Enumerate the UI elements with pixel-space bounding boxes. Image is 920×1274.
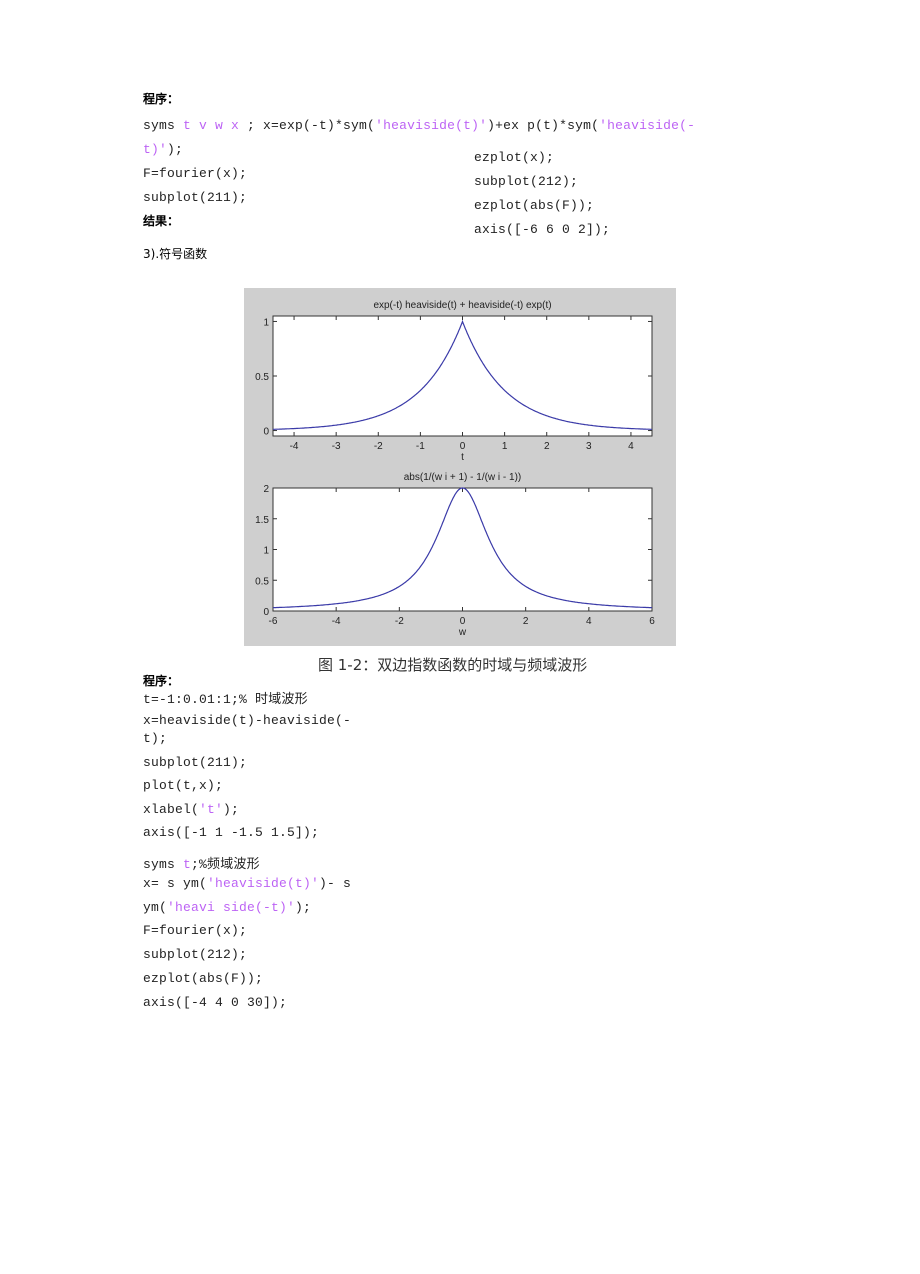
y-tick-label: 0.5	[255, 576, 269, 587]
y-tick-label: 1	[263, 317, 269, 328]
code2-line: axis([-4 4 0 30]);	[143, 995, 287, 1010]
x-tick-label: -4	[332, 616, 341, 627]
code-string: t v w x	[183, 118, 240, 133]
code-text: subplot(211);	[143, 190, 248, 205]
code-text: F=fourier(x);	[143, 923, 248, 938]
code-text: x= s ym(	[143, 876, 208, 891]
code1-line: F=fourier(x);	[143, 166, 247, 181]
code1-right-line: ezplot(abs(F));	[474, 198, 594, 213]
plot-area-1	[272, 315, 653, 437]
code-text: )- s	[319, 876, 352, 891]
x-tick-label: 0	[460, 441, 466, 452]
code-text: F=fourier(x);	[143, 166, 248, 181]
code2-line: subplot(211);	[143, 755, 247, 770]
code-string: 'heaviside(t)'	[207, 876, 320, 891]
code-text: ezplot(abs(F));	[474, 198, 595, 213]
code-text: plot(t,x);	[143, 778, 224, 793]
x-tick-label: -3	[332, 441, 341, 452]
y-tick-label: 0	[263, 427, 269, 438]
x-axis-label-1: t	[461, 452, 464, 463]
code2-line: t);	[143, 731, 167, 746]
x-tick-label: -2	[374, 441, 383, 452]
program-label-1: 程序：	[143, 92, 180, 106]
code-text: );	[223, 802, 240, 817]
code2-line: plot(t,x);	[143, 778, 223, 793]
x-tick-label: 4	[628, 441, 634, 452]
code-text: xlabel(	[143, 802, 200, 817]
x-tick-label: 4	[586, 616, 592, 627]
code1-line: subplot(211);	[143, 190, 247, 205]
code2-line: xlabel('t');	[143, 802, 239, 817]
code-text: x=heaviside(t)-heaviside(-	[143, 713, 352, 728]
y-tick-label: 2	[263, 484, 269, 495]
y-tick-label: 0.5	[255, 372, 269, 383]
code1-right-line: axis([-6 6 0 2]);	[474, 222, 610, 237]
code2-line: syms t;%频域波形	[143, 853, 260, 872]
chart-title-1: exp(-t) heaviside(t) + heaviside(-t) exp…	[373, 300, 551, 311]
y-tick-label: 0	[263, 607, 269, 618]
code-text: );	[295, 900, 312, 915]
plot-area-2	[272, 487, 653, 612]
code-text: axis([-1 1 -1.5 1.5]);	[143, 825, 320, 840]
program-label-2: 程序：	[143, 674, 180, 688]
code-string: t	[183, 857, 192, 872]
code-text: ezplot(abs(F));	[143, 971, 264, 986]
code-text: ;%频域波形	[191, 857, 260, 872]
y-tick-label: 1.5	[255, 515, 269, 526]
code2-line: x= s ym('heaviside(t)')- s	[143, 876, 351, 891]
figure-svg: exp(-t) heaviside(t) + heaviside(-t) exp…	[255, 300, 655, 638]
code-text: t=-1:0.01:1;% 时域波形	[143, 692, 308, 707]
code1-right-line: subplot(212);	[474, 174, 578, 189]
code-text: subplot(212);	[143, 947, 248, 962]
code-text: syms	[143, 118, 184, 133]
x-tick-label: 3	[586, 441, 592, 452]
result-label: 结果：	[143, 214, 180, 228]
code-text: );	[167, 142, 184, 157]
code2-line: x=heaviside(t)-heaviside(-	[143, 713, 351, 728]
y-tick-label: 1	[263, 546, 269, 557]
code2-line: t=-1:0.01:1;% 时域波形	[143, 688, 308, 707]
x-axis-label-2: w	[458, 627, 467, 638]
code-text: ezplot(x);	[474, 150, 555, 165]
x-tick-label: -1	[416, 441, 425, 452]
code2-line: ezplot(abs(F));	[143, 971, 263, 986]
code2-line: F=fourier(x);	[143, 923, 247, 938]
code-string: 't'	[199, 802, 224, 817]
code-string: t)'	[143, 142, 168, 157]
code-text: subplot(211);	[143, 755, 248, 770]
x-tick-label: -6	[269, 616, 278, 627]
x-tick-label: 6	[649, 616, 655, 627]
code-text: axis([-4 4 0 30]);	[143, 995, 288, 1010]
code-string: 'heaviside(-	[599, 118, 696, 133]
code-text: ; x=exp(-t)*sym(	[239, 118, 376, 133]
x-tick-label: 2	[544, 441, 550, 452]
code-text: )+ex p(t)*sym(	[487, 118, 600, 133]
code-string: 'heavi side(-t)'	[167, 900, 296, 915]
chart-title-2: abs(1/(w i + 1) - 1/(w i - 1))	[404, 472, 522, 483]
code-text: axis([-6 6 0 2]);	[474, 222, 611, 237]
code2-line: ym('heavi side(-t)');	[143, 900, 311, 915]
code-string: 'heaviside(t)'	[375, 118, 488, 133]
x-tick-label: 1	[502, 441, 508, 452]
code1-right-line: ezplot(x);	[474, 150, 554, 165]
code-text: syms	[143, 857, 184, 872]
matlab-figure: exp(-t) heaviside(t) + heaviside(-t) exp…	[244, 288, 676, 646]
code-text: subplot(212);	[474, 174, 579, 189]
code-text: ym(	[143, 900, 168, 915]
x-tick-label: 2	[523, 616, 529, 627]
code1-line: syms t v w x ; x=exp(-t)*sym('heaviside(…	[143, 118, 695, 133]
code-text: t);	[143, 731, 168, 746]
x-tick-label: -2	[395, 616, 404, 627]
subsection-title: 3).符号函数	[143, 247, 208, 261]
x-tick-label: -4	[290, 441, 299, 452]
x-tick-label: 0	[460, 616, 466, 627]
code2-line: subplot(212);	[143, 947, 247, 962]
code1-line: t)');	[143, 142, 183, 157]
figure-caption: 图 1-2：双边指数函数的时域与频域波形	[318, 656, 588, 674]
code2-line: axis([-1 1 -1.5 1.5]);	[143, 825, 319, 840]
